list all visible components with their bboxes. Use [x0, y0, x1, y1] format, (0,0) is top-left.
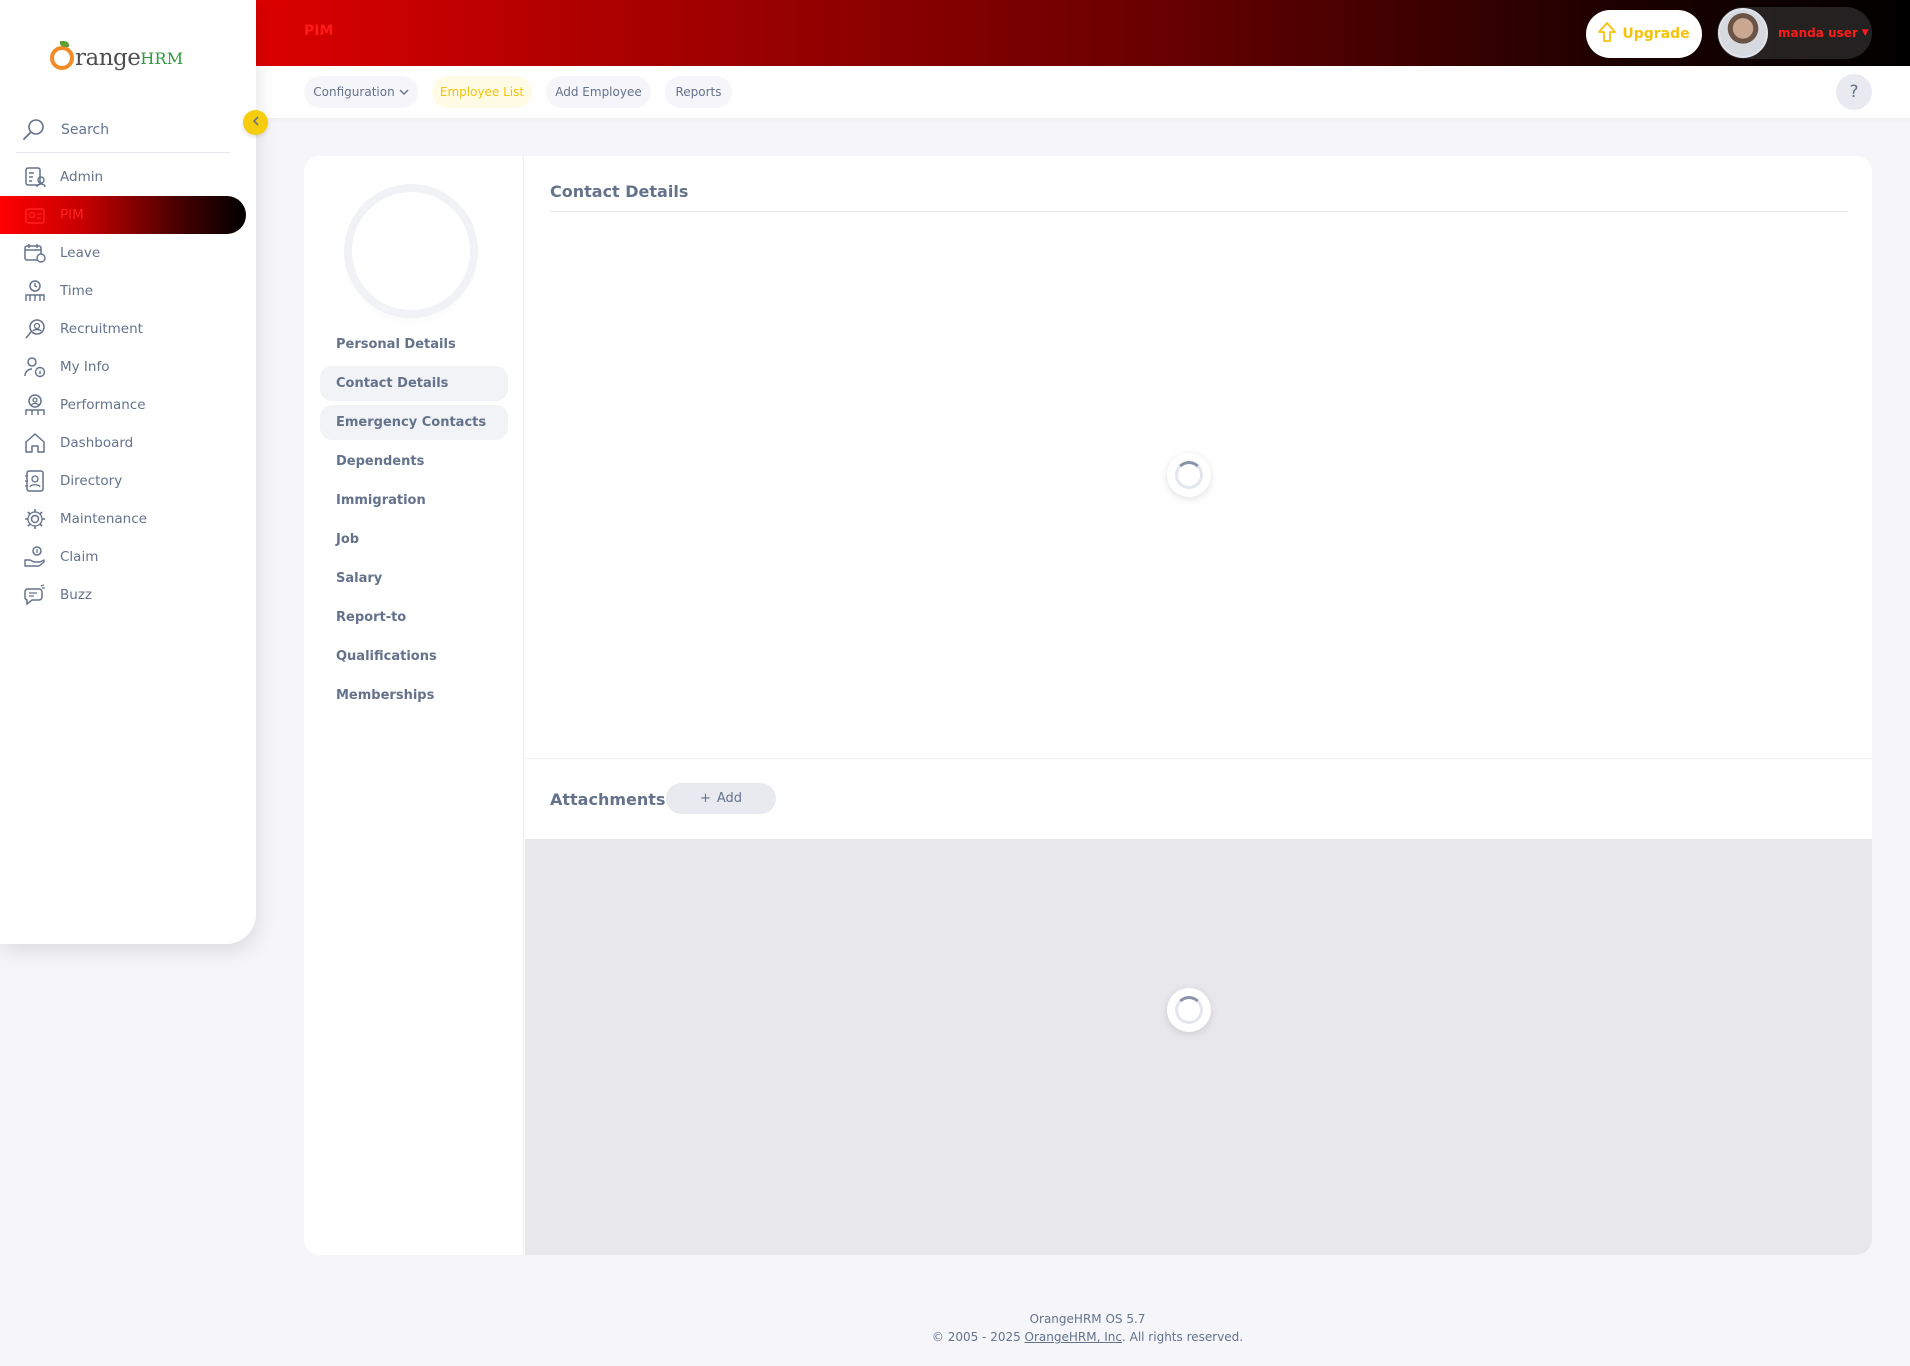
employee-tabs-panel: Personal Details Contact Details Emergen… — [304, 156, 524, 1255]
pim-icon — [22, 202, 48, 228]
tab-immigration[interactable]: Immigration — [320, 483, 508, 518]
user-dropdown[interactable]: manda user ▼ — [1717, 7, 1872, 59]
sidebar-item-claim[interactable]: Claim — [0, 538, 256, 576]
orangehrm-logo: range HRM — [50, 30, 183, 70]
tab-employee-list[interactable]: Employee List — [432, 76, 532, 108]
directory-icon — [22, 468, 48, 494]
dashboard-icon — [22, 430, 48, 456]
sub-navigation — [0, 66, 1910, 118]
upgrade-label: Upgrade — [1622, 26, 1690, 42]
sidebar-item-performance[interactable]: Performance — [0, 386, 256, 424]
tab-configuration[interactable]: Configuration — [304, 76, 418, 108]
sidebar-item-label: Performance — [60, 397, 146, 413]
maintenance-icon — [22, 506, 48, 532]
footer-version: OrangeHRM OS 5.7 — [1029, 1312, 1146, 1326]
sidebar-item-label: My Info — [60, 359, 110, 375]
sidebar-search[interactable]: Search — [16, 108, 230, 153]
sidebar-item-label: Claim — [60, 549, 99, 565]
claim-icon — [22, 544, 48, 570]
sidebar-item-admin[interactable]: Admin — [0, 158, 256, 196]
sidebar-item-recruitment[interactable]: Recruitment — [0, 310, 256, 348]
admin-icon — [22, 164, 48, 190]
buzz-icon — [22, 582, 48, 608]
sidebar-item-directory[interactable]: Directory — [0, 462, 256, 500]
top-bar: PIM Upgrade manda user ▼ — [0, 0, 1910, 66]
sidebar-item-label: Directory — [60, 473, 123, 489]
chevron-down-icon — [399, 85, 409, 99]
attachments-list-area — [525, 839, 1872, 1255]
attachments-title: Attachments — [550, 790, 666, 809]
module-title: PIM — [304, 23, 334, 39]
sidebar-collapse-button[interactable] — [243, 110, 268, 135]
tab-salary[interactable]: Salary — [320, 561, 508, 596]
sidebar-item-time[interactable]: Time — [0, 272, 256, 310]
sidebar-item-maintenance[interactable]: Maintenance — [0, 500, 256, 538]
sidebar-item-label: Dashboard — [60, 435, 134, 451]
tab-add-employee[interactable]: Add Employee — [546, 76, 651, 108]
caret-down-icon: ▼ — [1861, 28, 1869, 38]
tab-contact-details[interactable]: Contact Details — [320, 366, 508, 401]
loading-spinner — [1167, 453, 1211, 497]
footer: OrangeHRM OS 5.7 © 2005 - 2025 OrangeHRM… — [0, 1310, 1910, 1346]
section-title: Contact Details — [550, 182, 689, 201]
user-name: manda user — [1778, 26, 1858, 40]
my-info-icon — [22, 354, 48, 380]
tab-personal-details[interactable]: Personal Details — [320, 327, 508, 362]
sidebar: range HRM Search Admin PIM Leave Time Rec… — [0, 0, 256, 944]
search-icon — [16, 115, 52, 145]
tab-dependents[interactable]: Dependents — [320, 444, 508, 479]
sidebar-item-label: Maintenance — [60, 511, 147, 527]
recruitment-icon — [22, 316, 48, 342]
sidebar-item-label: Admin — [60, 169, 104, 185]
orange-logo-icon — [50, 41, 74, 70]
add-label: Add — [716, 791, 743, 806]
sidebar-nav: Admin PIM Leave Time Recruitment My Info… — [0, 158, 256, 614]
chevron-left-icon — [252, 115, 260, 130]
add-attachment-button[interactable]: + Add — [666, 783, 776, 814]
avatar — [1718, 8, 1768, 58]
tab-qualifications[interactable]: Qualifications — [320, 639, 508, 674]
attachments-divider — [525, 758, 1872, 759]
upgrade-button[interactable]: Upgrade — [1586, 10, 1702, 58]
footer-copyright: © 2005 - 2025 OrangeHRM, Inc. All rights… — [931, 1330, 1244, 1344]
sidebar-item-label: Time — [60, 283, 94, 299]
sidebar-item-pim[interactable]: PIM — [0, 196, 246, 234]
tab-report-to[interactable]: Report-to — [320, 600, 508, 635]
employee-profile-picture[interactable] — [352, 192, 470, 310]
configuration-label: Configuration — [313, 85, 395, 99]
sidebar-item-my-info[interactable]: My Info — [0, 348, 256, 386]
plus-icon: + — [699, 791, 711, 806]
sidebar-item-buzz[interactable]: Buzz — [0, 576, 256, 614]
sidebar-item-label: Leave — [60, 245, 101, 261]
time-icon — [22, 278, 48, 304]
upgrade-arrow-icon — [1598, 22, 1617, 46]
performance-icon — [22, 392, 48, 418]
sidebar-item-label: Buzz — [60, 587, 92, 603]
employee-tab-list: Personal Details Contact Details Emergen… — [320, 327, 508, 717]
contact-details-panel: Contact Details Attachments + Add — [525, 156, 1872, 1255]
sidebar-item-leave[interactable]: Leave — [0, 234, 256, 272]
search-label: Search — [61, 122, 110, 138]
sidebar-item-label: Recruitment — [60, 321, 143, 337]
help-button[interactable]: ? — [1836, 74, 1872, 110]
orangehrm-link[interactable]: OrangeHRM, Inc — [1025, 1330, 1122, 1344]
leave-icon — [22, 240, 48, 266]
tab-memberships[interactable]: Memberships — [320, 678, 508, 713]
sidebar-item-dashboard[interactable]: Dashboard — [0, 424, 256, 462]
employee-detail-card: Personal Details Contact Details Emergen… — [304, 156, 1872, 1255]
loading-spinner — [1167, 988, 1211, 1032]
tab-emergency-contacts[interactable]: Emergency Contacts — [320, 405, 508, 440]
tab-reports[interactable]: Reports — [665, 76, 732, 108]
sidebar-item-label: PIM — [60, 207, 84, 223]
section-divider — [550, 211, 1848, 212]
tab-job[interactable]: Job — [320, 522, 508, 557]
